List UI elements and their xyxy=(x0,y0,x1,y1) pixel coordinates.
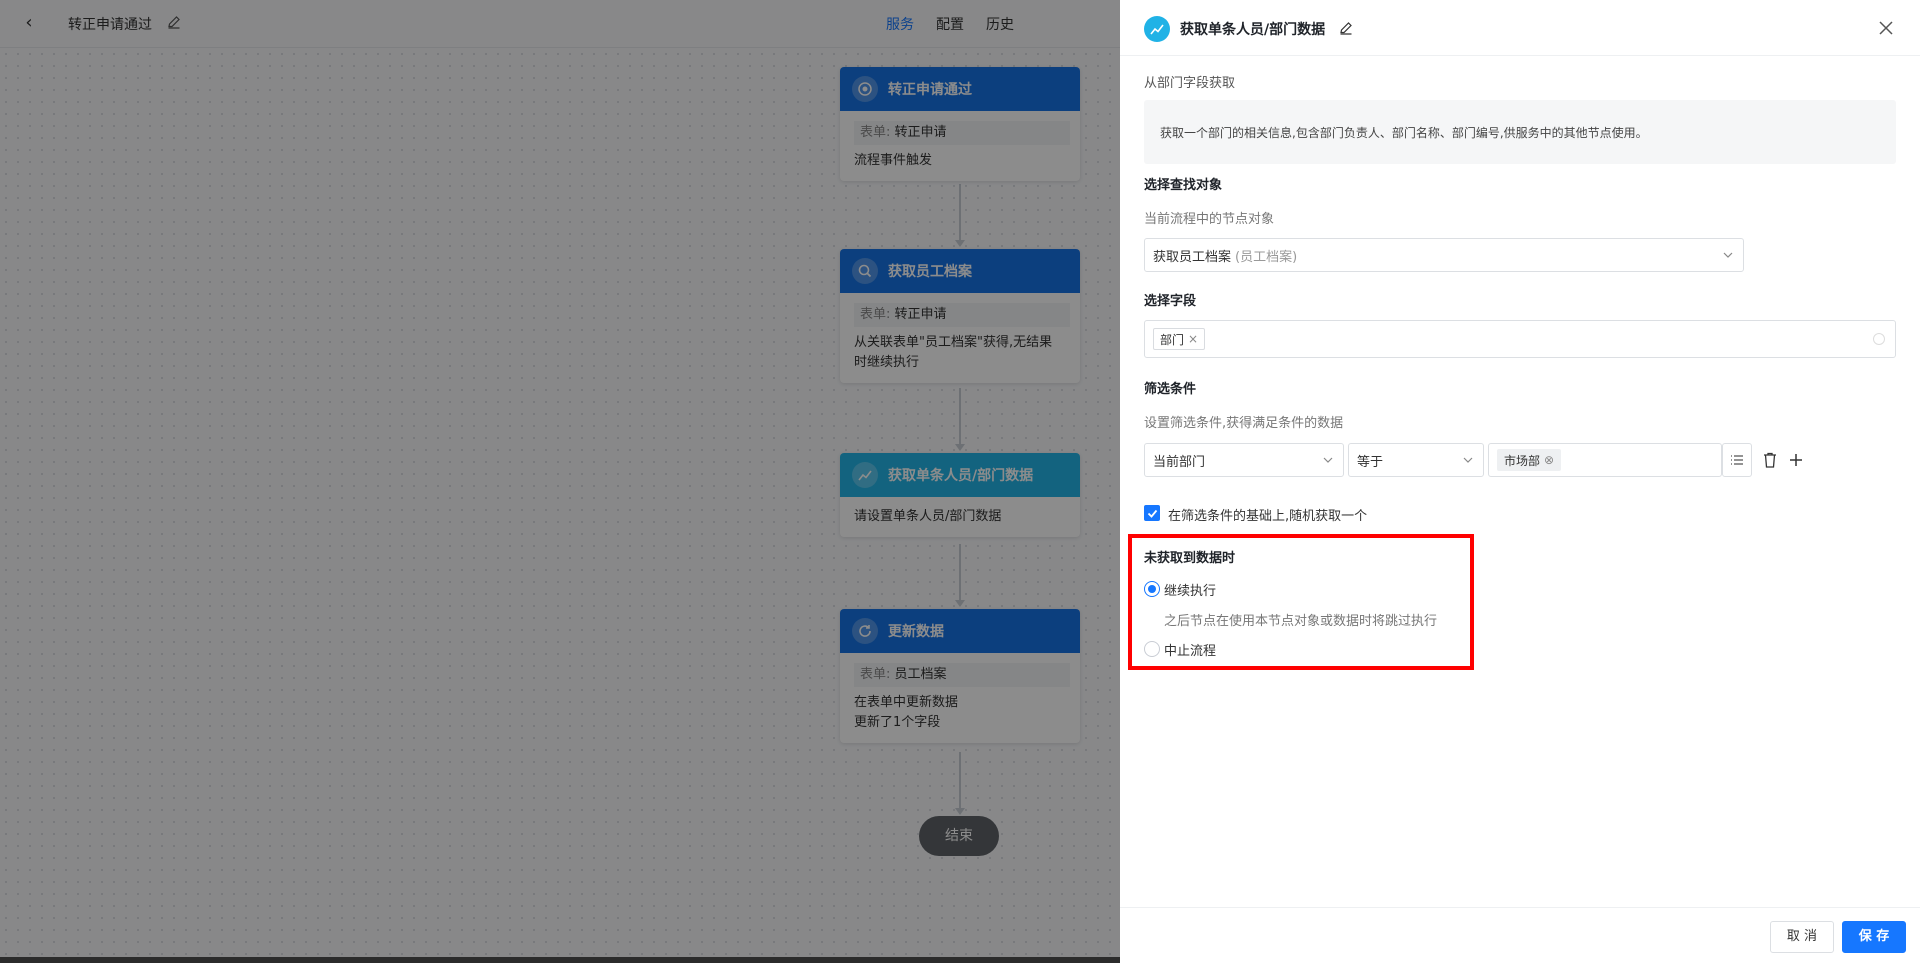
list-options-icon[interactable] xyxy=(1722,443,1752,477)
flow-canvas[interactable]: ‹ 转正申请通过 服务 配置 历史 转正申请通过 表单: 转正申请 流程事件触发 xyxy=(0,0,1120,963)
close-icon[interactable] xyxy=(1876,18,1896,38)
chevron-down-icon xyxy=(1463,457,1473,463)
filter-value-tag: 市场部 ⊗ xyxy=(1497,449,1562,471)
field-select[interactable]: 部门 × xyxy=(1144,320,1896,358)
save-button[interactable]: 保 存 xyxy=(1842,921,1906,953)
add-condition-icon[interactable] xyxy=(1782,443,1810,477)
chevron-down-icon xyxy=(1723,252,1733,258)
filter-section-subtitle: 设置筛选条件,获得满足条件的数据 xyxy=(1144,416,1344,431)
remove-tag-icon[interactable]: × xyxy=(1188,332,1198,346)
bottom-scrollbar[interactable] xyxy=(0,957,1120,963)
target-section-subtitle: 当前流程中的节点对象 xyxy=(1144,212,1275,227)
random-pick-label: 在筛选条件的基础上,随机获取一个 xyxy=(1168,509,1368,524)
chart-icon xyxy=(1144,16,1170,42)
chevron-down-icon xyxy=(1323,457,1333,463)
target-object-value: 获取员工档案 xyxy=(1153,249,1232,265)
node-description: 获取一个部门的相关信息,包含部门负责人、部门名称、部门编号,供服务中的其他节点使… xyxy=(1144,100,1896,164)
target-object-select[interactable]: 获取员工档案 (员工档案) xyxy=(1144,238,1744,272)
filter-field-select[interactable]: 当前部门 xyxy=(1144,443,1344,477)
delete-icon[interactable] xyxy=(1756,443,1784,477)
filter-operator-select[interactable]: 等于 xyxy=(1348,443,1484,477)
filter-operator-value: 等于 xyxy=(1357,454,1384,470)
drawer-footer: 取 消 保 存 xyxy=(1120,907,1920,963)
field-tag: 部门 × xyxy=(1153,328,1206,350)
drawer-header: 获取单条人员/部门数据 xyxy=(1120,0,1920,56)
remove-tag-icon[interactable]: ⊗ xyxy=(1544,453,1554,467)
source-label: 从部门字段获取 xyxy=(1144,76,1236,91)
target-section-title: 选择查找对象 xyxy=(1144,178,1223,193)
cancel-button[interactable]: 取 消 xyxy=(1770,921,1834,953)
highlight-box xyxy=(1128,534,1474,670)
filter-value-label: 市场部 xyxy=(1504,453,1541,468)
target-object-hint: (员工档案) xyxy=(1235,249,1298,265)
drawer-title: 获取单条人员/部门数据 xyxy=(1180,22,1326,38)
filter-value-input[interactable]: 市场部 ⊗ xyxy=(1488,443,1722,477)
config-drawer: 获取单条人员/部门数据 从部门字段获取 获取一个部门的相关信息,包含部门负责人、… xyxy=(1120,0,1920,963)
random-pick-checkbox[interactable] xyxy=(1144,505,1160,521)
field-tag-label: 部门 xyxy=(1160,332,1185,347)
filter-field-value: 当前部门 xyxy=(1153,454,1206,470)
filter-section-title: 筛选条件 xyxy=(1144,382,1197,397)
edit-name-icon[interactable] xyxy=(1338,20,1354,36)
modal-overlay[interactable] xyxy=(0,0,1120,963)
field-section-title: 选择字段 xyxy=(1144,294,1197,309)
clear-icon[interactable] xyxy=(1873,333,1885,345)
